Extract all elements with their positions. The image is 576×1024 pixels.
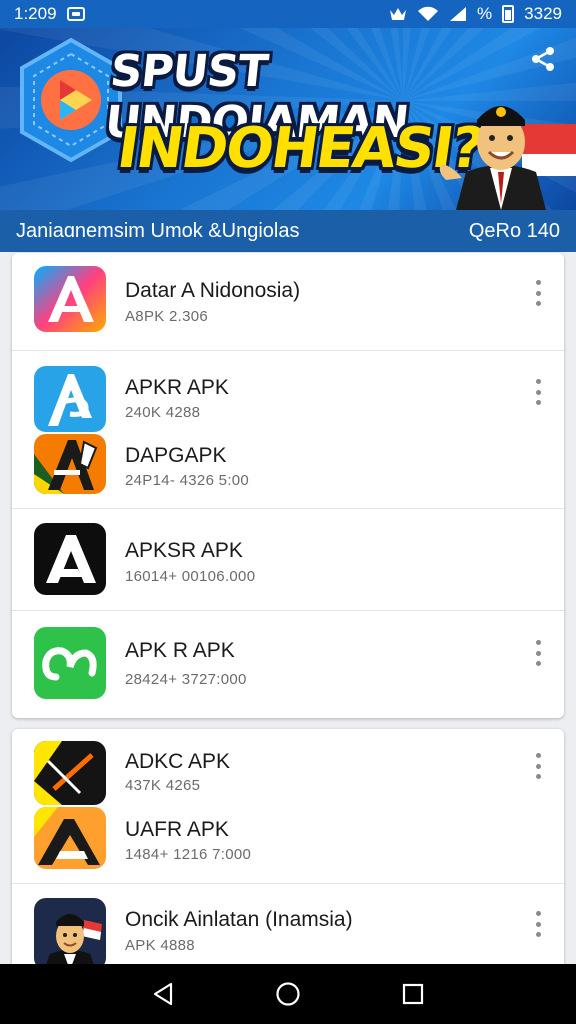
status-left: 1:209 — [14, 4, 85, 24]
app-name: ADKC APK — [125, 750, 231, 773]
apk-a-gradient-icon — [34, 266, 106, 332]
list-item[interactable]: APKSR APK 16014+ 00106.000 — [12, 509, 564, 611]
list-item[interactable]: Datar A Nidonosia) A8PK 2.306 — [12, 253, 564, 351]
list-item[interactable]: APK R APK 28424+ 3727:000 — [12, 611, 564, 718]
official-illustration — [439, 106, 576, 210]
app-name: Oncik Ainlatan (Inamsia) — [125, 908, 353, 931]
subtitle-bar: Janiaɑnemsim Umok &Ungiolas QeRo 140 — [0, 210, 576, 252]
app-name: APK R APK — [125, 639, 235, 662]
app-name: APKSR APK — [125, 539, 243, 562]
status-time: 1:209 — [14, 4, 57, 23]
app-list-card-2: ADKC APK 437K 4265 UAFR APK 1484+ 1216 7… — [12, 729, 564, 969]
more-options-icon[interactable] — [530, 280, 546, 306]
app-subtitle: 240K 4288 — [125, 404, 201, 421]
battery-percent: % — [477, 4, 493, 23]
notification-icon — [66, 7, 85, 21]
recents-icon[interactable] — [393, 974, 433, 1014]
app-subtitle: 16014+ 00106.000 — [125, 568, 256, 585]
apk-green-icon — [34, 627, 106, 699]
more-options-icon[interactable] — [530, 640, 546, 666]
app-subtitle: APK 4888 — [125, 937, 195, 954]
app-name: DAPGAPK — [125, 444, 227, 467]
more-options-icon[interactable] — [530, 911, 546, 937]
navigation-bar — [0, 964, 576, 1024]
app-subtitle: 28424+ 3727:000 — [125, 671, 247, 688]
app-name: UAFR APK — [125, 818, 229, 841]
apk-avatar-icon — [34, 898, 106, 969]
subtitle-right: QeRo 140 — [468, 219, 560, 242]
promo-banner[interactable]: SPUST UNDOIAMAN INDOHEASI? — [0, 28, 576, 210]
app-subtitle: 1484+ 1216 7:000 — [125, 846, 252, 863]
share-icon[interactable] — [528, 44, 558, 74]
battery-icon — [502, 5, 515, 23]
app-name: Datar A Nidonosia) — [125, 279, 301, 302]
list-item[interactable]: Oncik Ainlatan (Inamsia) APK 4888 — [12, 884, 564, 969]
app-subtitle: 437K 4265 — [125, 777, 201, 794]
app-subtitle: 24P14- 4326 5:00 — [125, 472, 250, 489]
more-options-icon[interactable] — [530, 753, 546, 779]
back-icon[interactable] — [143, 974, 183, 1014]
app-list-card-1: Datar A Nidonosia) A8PK 2.306 APKR APK 2… — [12, 253, 564, 718]
apk-yellow-black-icon — [34, 741, 106, 805]
status-right: % 3329 — [389, 4, 562, 24]
signal-icon — [450, 7, 467, 21]
status-bar: 1:209 % 3329 — [0, 0, 576, 28]
apk-orange-mountain-icon — [34, 807, 106, 869]
apk-black-a-icon — [34, 523, 106, 595]
apk-blue-a-icon — [34, 366, 106, 432]
app-subtitle: A8PK 2.306 — [125, 308, 209, 325]
list-item[interactable]: APKR APK 240K 4288 DAPGAPK 24P14- 4326 5… — [12, 351, 564, 509]
wifi-icon — [418, 6, 439, 21]
app-name: APKR APK — [125, 376, 229, 399]
crown-icon — [390, 8, 407, 20]
subtitle-left: Janiaɑnemsim Umok &Ungiolas — [16, 219, 300, 242]
home-icon[interactable] — [268, 974, 308, 1014]
more-options-icon[interactable] — [530, 379, 546, 405]
status-right-time: 3329 — [524, 4, 562, 23]
list-item[interactable]: ADKC APK 437K 4265 UAFR APK 1484+ 1216 7… — [12, 729, 564, 884]
apk-orange-a-icon — [34, 434, 106, 494]
